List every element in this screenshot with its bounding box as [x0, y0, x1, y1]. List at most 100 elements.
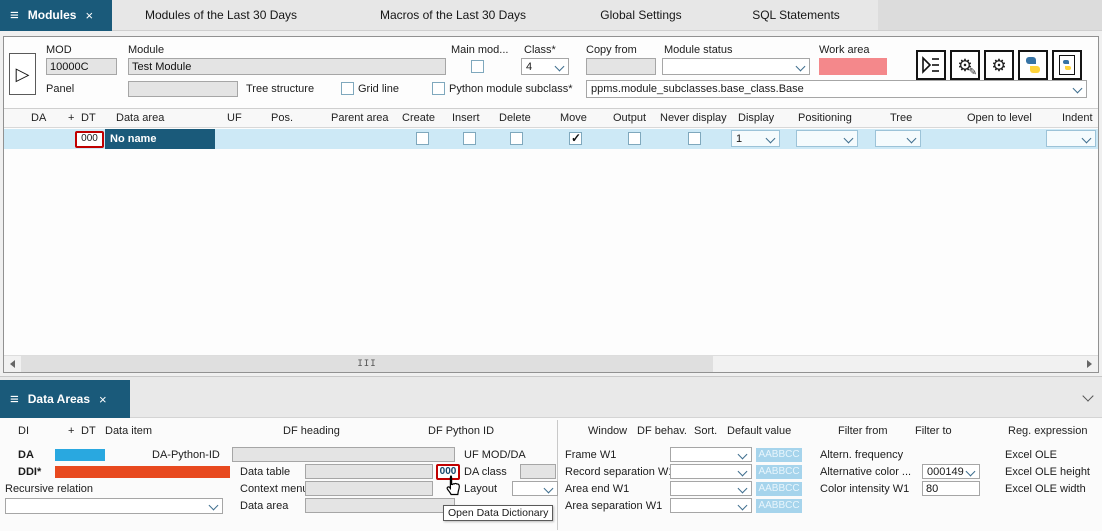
- recursive-relation-select[interactable]: [5, 498, 223, 514]
- run-button[interactable]: ▷: [9, 53, 36, 95]
- python-module-button[interactable]: [1052, 50, 1082, 80]
- ddi-field[interactable]: [55, 466, 230, 478]
- module-status-label: Module status: [664, 44, 732, 56]
- color-intensity-field[interactable]: [922, 481, 980, 496]
- frame-w1-color-field[interactable]: AABBCC: [756, 448, 802, 462]
- create-checkbox[interactable]: [416, 132, 429, 145]
- work-area-label: Work area: [819, 44, 870, 56]
- cell-dt[interactable]: 000: [75, 131, 104, 148]
- alternative-color-select[interactable]: 000149: [922, 464, 980, 479]
- layout-select[interactable]: [512, 481, 558, 496]
- tab-global-settings[interactable]: Global Settings: [578, 0, 704, 31]
- col-data-item: Data item: [105, 425, 152, 437]
- scroll-right-button[interactable]: [1081, 356, 1098, 372]
- scroll-right-icon: [1087, 360, 1092, 368]
- never-display-checkbox[interactable]: [688, 132, 701, 145]
- module-status-select[interactable]: [662, 58, 810, 75]
- scroll-left-button[interactable]: [4, 356, 21, 372]
- mod-field[interactable]: [46, 58, 117, 75]
- layout-label: Layout: [464, 483, 497, 495]
- col-dt2: DT: [81, 425, 96, 437]
- record-separation-w1-select[interactable]: [670, 464, 752, 479]
- tab-modules-last-30-days[interactable]: Modules of the Last 30 Days: [128, 0, 314, 31]
- display-select[interactable]: 1: [731, 130, 780, 147]
- excel-ole-width-label: Excel OLE width: [1005, 483, 1086, 495]
- col-delete: Delete: [499, 112, 531, 124]
- area-end-w1-select[interactable]: [670, 481, 752, 496]
- positioning-select[interactable]: [796, 130, 858, 147]
- hamburger-icon[interactable]: ≡: [10, 0, 19, 31]
- indent-select[interactable]: [1046, 130, 1096, 147]
- tab-modules[interactable]: ≡ Modules ×: [0, 0, 112, 31]
- cell-data-area[interactable]: No name: [105, 129, 215, 149]
- area-separation-color-field[interactable]: AABBCC: [756, 499, 802, 513]
- output-checkbox[interactable]: [628, 132, 641, 145]
- da-field[interactable]: [55, 449, 105, 461]
- data-area-label: Data area: [240, 500, 288, 512]
- python-subclass-select[interactable]: ppms.module_subclasses.base_class.Base: [586, 80, 1087, 98]
- tooltip: Open Data Dictionary: [443, 505, 553, 521]
- panel-field[interactable]: [128, 81, 238, 97]
- alternative-color-label: Alternative color ...: [820, 466, 911, 478]
- da-label: DA: [18, 449, 34, 461]
- data-areas-body: DI + DT Data item DF heading DF Python I…: [0, 418, 1102, 531]
- tab-data-areas[interactable]: ≡ Data Areas ×: [0, 380, 130, 418]
- col-sort: Sort.: [694, 425, 717, 437]
- col-display: Display: [738, 112, 774, 124]
- play-icon: ▷: [16, 64, 30, 85]
- grid-header: [4, 108, 1098, 128]
- horizontal-scrollbar[interactable]: III: [4, 355, 1098, 372]
- area-separation-w1-select[interactable]: [670, 498, 752, 513]
- data-table-field[interactable]: [305, 464, 433, 479]
- add-item-button[interactable]: +: [68, 425, 74, 437]
- tree-select[interactable]: [875, 130, 921, 147]
- data-area-field[interactable]: [305, 498, 455, 513]
- col-default-value: Default value: [727, 425, 791, 437]
- python-button[interactable]: [1018, 50, 1048, 80]
- main-mod-checkbox[interactable]: [471, 60, 484, 73]
- frame-w1-select[interactable]: [670, 447, 752, 462]
- tab-sql-statements[interactable]: SQL Statements: [733, 0, 859, 31]
- col-df-behav: DF behav.: [637, 425, 687, 437]
- cursor-icon: [444, 475, 462, 497]
- module-field[interactable]: [128, 58, 446, 75]
- data-areas-header-strip: [0, 376, 1102, 418]
- da-python-id-field[interactable]: [232, 447, 455, 462]
- data-areas-hamburger-icon[interactable]: ≡: [10, 391, 19, 408]
- context-menu-field[interactable]: [305, 481, 433, 496]
- insert-checkbox[interactable]: [463, 132, 476, 145]
- delete-checkbox[interactable]: [510, 132, 523, 145]
- settings-button[interactable]: ⚙: [984, 50, 1014, 80]
- col-tree: Tree: [890, 112, 912, 124]
- copy-from-field[interactable]: [586, 58, 656, 75]
- tab-macros-last-30-days[interactable]: Macros of the Last 30 Days: [360, 0, 546, 31]
- area-end-w1-label: Area end W1: [565, 483, 629, 495]
- main-tab-bar: ≡ Modules × Modules of the Last 30 Days …: [0, 0, 1102, 31]
- gear-icon: ⚙: [991, 57, 1006, 74]
- color-intensity-w1-label: Color intensity W1: [820, 483, 909, 495]
- scrollbar-grip-icon: III: [357, 359, 376, 369]
- recursive-relation-label: Recursive relation: [5, 483, 93, 495]
- scrollbar-thumb[interactable]: III: [21, 356, 713, 372]
- area-end-color-field[interactable]: AABBCC: [756, 482, 802, 496]
- da-class-field[interactable]: [520, 464, 556, 479]
- add-row-button[interactable]: +: [68, 112, 74, 124]
- col-filter-from: Filter from: [838, 425, 888, 437]
- grid-line-checkbox[interactable]: [341, 82, 354, 95]
- move-checkbox[interactable]: [569, 132, 582, 145]
- context-menu-label: Context menu: [240, 483, 308, 495]
- module-label: Module: [128, 44, 164, 56]
- section-divider: [557, 420, 558, 530]
- run-with-options-button[interactable]: [916, 50, 946, 80]
- record-separation-color-field[interactable]: AABBCC: [756, 465, 802, 479]
- settings-edit-button[interactable]: ⚙ ✎: [950, 50, 980, 80]
- tab-modules-close-icon[interactable]: ×: [85, 9, 93, 22]
- data-areas-close-icon[interactable]: ×: [99, 393, 107, 406]
- class-select[interactable]: 4: [521, 58, 569, 75]
- col-output: Output: [613, 112, 646, 124]
- python-subclass-checkbox[interactable]: [432, 82, 445, 95]
- class-value: 4: [526, 61, 532, 73]
- altern-frequency-label: Altern. frequency: [820, 449, 903, 461]
- uf-mod-da-label: UF MOD/DA: [464, 449, 526, 461]
- work-area-field[interactable]: [819, 58, 887, 75]
